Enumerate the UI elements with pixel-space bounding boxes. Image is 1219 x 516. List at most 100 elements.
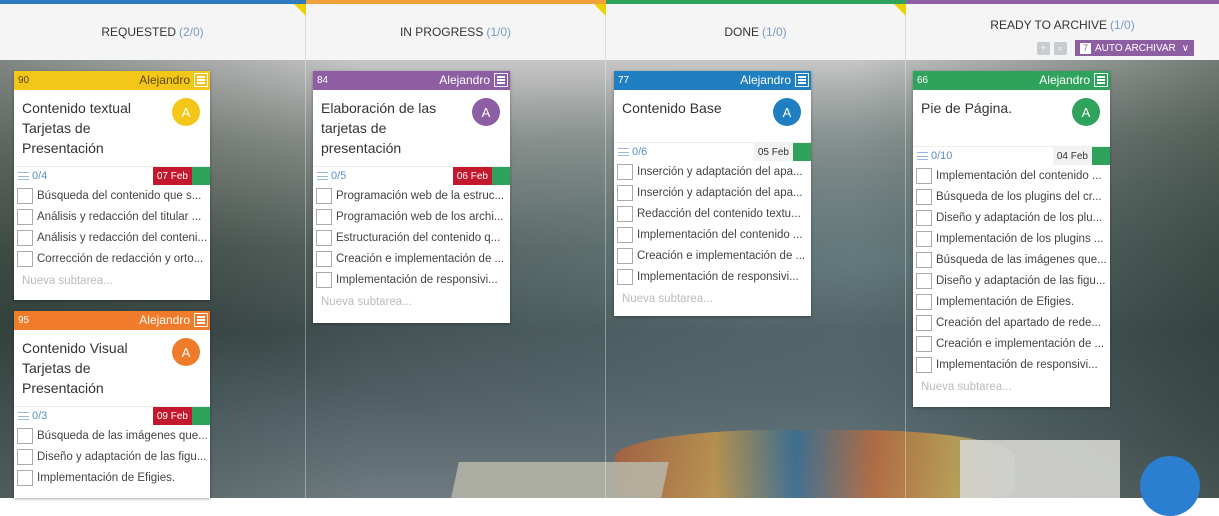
subtask-progress: 0/6 (614, 146, 647, 158)
avatar[interactable]: A (773, 98, 801, 126)
subtask-item[interactable]: Diseño y adaptación de los plu... (913, 207, 1110, 228)
subtask-label: Implementación de responsivi... (637, 270, 799, 283)
subtask-checkbox[interactable] (17, 469, 33, 486)
search-icon[interactable]: ⌕ (1054, 41, 1067, 55)
task-card[interactable]: 95 Alejandro Contenido Visual Tarjetas d… (14, 311, 210, 498)
subtask-label: Búsqueda de los plugins del cr... (936, 190, 1102, 203)
card-title: Pie de Página. (921, 100, 1013, 116)
new-subtask-input[interactable]: Nueva subtarea... (313, 290, 510, 314)
subtask-checkbox[interactable] (17, 229, 33, 246)
subtask-checkbox[interactable] (17, 208, 33, 225)
subtask-checkbox[interactable] (916, 356, 932, 373)
hamburger-menu-icon[interactable] (194, 313, 208, 327)
subtask-checkbox[interactable] (916, 272, 932, 289)
subtask-checkbox[interactable] (916, 314, 932, 331)
subtask-item[interactable]: Implementación de los plugins ... (913, 228, 1110, 249)
subtask-label: Implementación de los plugins ... (936, 232, 1104, 245)
subtask-item[interactable]: Redacción del contenido textu... (614, 203, 811, 224)
due-date-badge[interactable]: 09 Feb (152, 407, 192, 425)
subtask-item[interactable]: Creación e implementación de ... (614, 245, 811, 266)
subtask-item[interactable]: Programación web de los archi... (313, 206, 510, 227)
subtask-checkbox[interactable] (617, 247, 633, 264)
subtask-checkbox[interactable] (617, 268, 633, 285)
hamburger-menu-icon[interactable] (194, 73, 208, 87)
subtask-item[interactable]: Creación e implementación de ... (313, 248, 510, 269)
add-icon[interactable]: + (1037, 41, 1050, 55)
avatar[interactable]: A (172, 338, 200, 366)
subtask-checkbox[interactable] (916, 230, 932, 247)
due-date-badge[interactable]: 06 Feb (452, 167, 492, 185)
subtask-item[interactable]: Corrección de redacción y orto... (14, 248, 210, 269)
avatar[interactable]: A (472, 98, 500, 126)
subtask-checkbox[interactable] (316, 229, 332, 246)
subtask-item[interactable]: Inserción y adaptación del apa... (614, 182, 811, 203)
new-subtask-input[interactable]: Nueva subtarea... (614, 287, 811, 311)
subtask-item[interactable]: Implementación de responsivi... (313, 269, 510, 290)
due-date-badge[interactable]: 05 Feb (753, 143, 793, 161)
subtask-checkbox[interactable] (916, 251, 932, 268)
subtask-item[interactable]: Implementación del contenido ... (913, 165, 1110, 186)
subtask-checkbox[interactable] (617, 184, 633, 201)
subtask-item[interactable]: Análisis y redacción del titular ... (14, 206, 210, 227)
new-subtask-input[interactable]: Nueva subtarea... (14, 269, 210, 293)
progress-text: 0/6 (632, 146, 648, 158)
subtask-item[interactable]: Búsqueda de los plugins del cr... (913, 186, 1110, 207)
subtask-checkbox[interactable] (17, 250, 33, 267)
subtask-label: Implementación de Efigies. (936, 295, 1075, 308)
subtask-checkbox[interactable] (916, 188, 932, 205)
subtask-checkbox[interactable] (916, 209, 932, 226)
subtask-item[interactable]: Búsqueda del contenido que s... (14, 185, 210, 206)
subtask-item[interactable]: Creación e implementación de ... (913, 333, 1110, 354)
column-count: (1/0) (1110, 18, 1135, 32)
checklist-icon (618, 148, 629, 156)
task-card[interactable]: 66 Alejandro Pie de Página. A 0/10 04 Fe… (913, 71, 1110, 407)
task-card[interactable]: 90 Alejandro Contenido textual Tarjetas … (14, 71, 210, 300)
subtask-checkbox[interactable] (17, 187, 33, 204)
task-card[interactable]: 77 Alejandro Contenido Base A 0/6 05 Feb… (614, 71, 811, 316)
subtask-item[interactable]: Implementación de responsivi... (614, 266, 811, 287)
subtask-item[interactable]: Implementación de Efigies. (913, 291, 1110, 312)
subtask-checkbox[interactable] (316, 271, 332, 288)
due-date-badge[interactable]: 04 Feb (1052, 147, 1092, 165)
subtask-item[interactable]: Implementación de Efigies. (14, 467, 210, 488)
subtask-item[interactable]: Inserción y adaptación del apa... (614, 161, 811, 182)
subtask-item[interactable]: Creación del apartado de rede... (913, 312, 1110, 333)
hamburger-menu-icon[interactable] (494, 73, 508, 87)
column-header[interactable]: DONE (1/0) (606, 4, 906, 60)
due-date-badge[interactable]: 07 Feb (152, 167, 192, 185)
subtask-checkbox[interactable] (316, 208, 332, 225)
subtask-checkbox[interactable] (316, 187, 332, 204)
card-title: Contenido textual Tarjetas de Presentaci… (22, 100, 131, 156)
new-subtask-input[interactable]: Nueva subtarea... (913, 375, 1110, 399)
avatar[interactable]: A (172, 98, 200, 126)
subtask-checkbox[interactable] (617, 205, 633, 222)
subtask-item[interactable]: Programación web de la estruc... (313, 185, 510, 206)
subtask-checkbox[interactable] (617, 163, 633, 180)
hamburger-menu-icon[interactable] (795, 73, 809, 87)
subtask-checkbox[interactable] (617, 226, 633, 243)
avatar[interactable]: A (1072, 98, 1100, 126)
subtask-item[interactable]: Diseño y adaptación de las figu... (14, 446, 210, 467)
subtask-item[interactable]: Búsqueda de las imágenes que... (913, 249, 1110, 270)
subtask-checkbox[interactable] (916, 167, 932, 184)
subtask-checkbox[interactable] (316, 250, 332, 267)
subtask-item[interactable]: Diseño y adaptación de las figu... (913, 270, 1110, 291)
column-header[interactable]: REQUESTED (2/0) (0, 4, 306, 60)
card-title: Contenido Base (622, 100, 722, 116)
column-header[interactable]: IN PROGRESS (1/0) (306, 4, 606, 60)
subtask-item[interactable]: Implementación de responsivi... (913, 354, 1110, 375)
subtask-item[interactable]: Estructuración del contenido q... (313, 227, 510, 248)
subtask-checkbox[interactable] (17, 427, 33, 444)
subtask-checkbox[interactable] (916, 293, 932, 310)
subtask-item[interactable]: Análisis y redacción del conteni... (14, 227, 210, 248)
subtask-checkbox[interactable] (916, 335, 932, 352)
subtask-checkbox[interactable] (17, 448, 33, 465)
subtask-item[interactable]: Búsqueda de las imágenes que... (14, 425, 210, 446)
card-body: Pie de Página. A (913, 90, 1110, 146)
subtask-item[interactable]: Implementación del contenido ... (614, 224, 811, 245)
hamburger-menu-icon[interactable] (1094, 73, 1108, 87)
subtask-list: Búsqueda del contenido que s... Análisis… (14, 185, 210, 269)
auto-archive-button[interactable]: 7 AUTO ARCHIVAR ∨ (1075, 40, 1195, 56)
subtask-label: Diseño y adaptación de las figu... (936, 274, 1106, 287)
task-card[interactable]: 84 Alejandro Elaboración de las tarjetas… (313, 71, 510, 323)
